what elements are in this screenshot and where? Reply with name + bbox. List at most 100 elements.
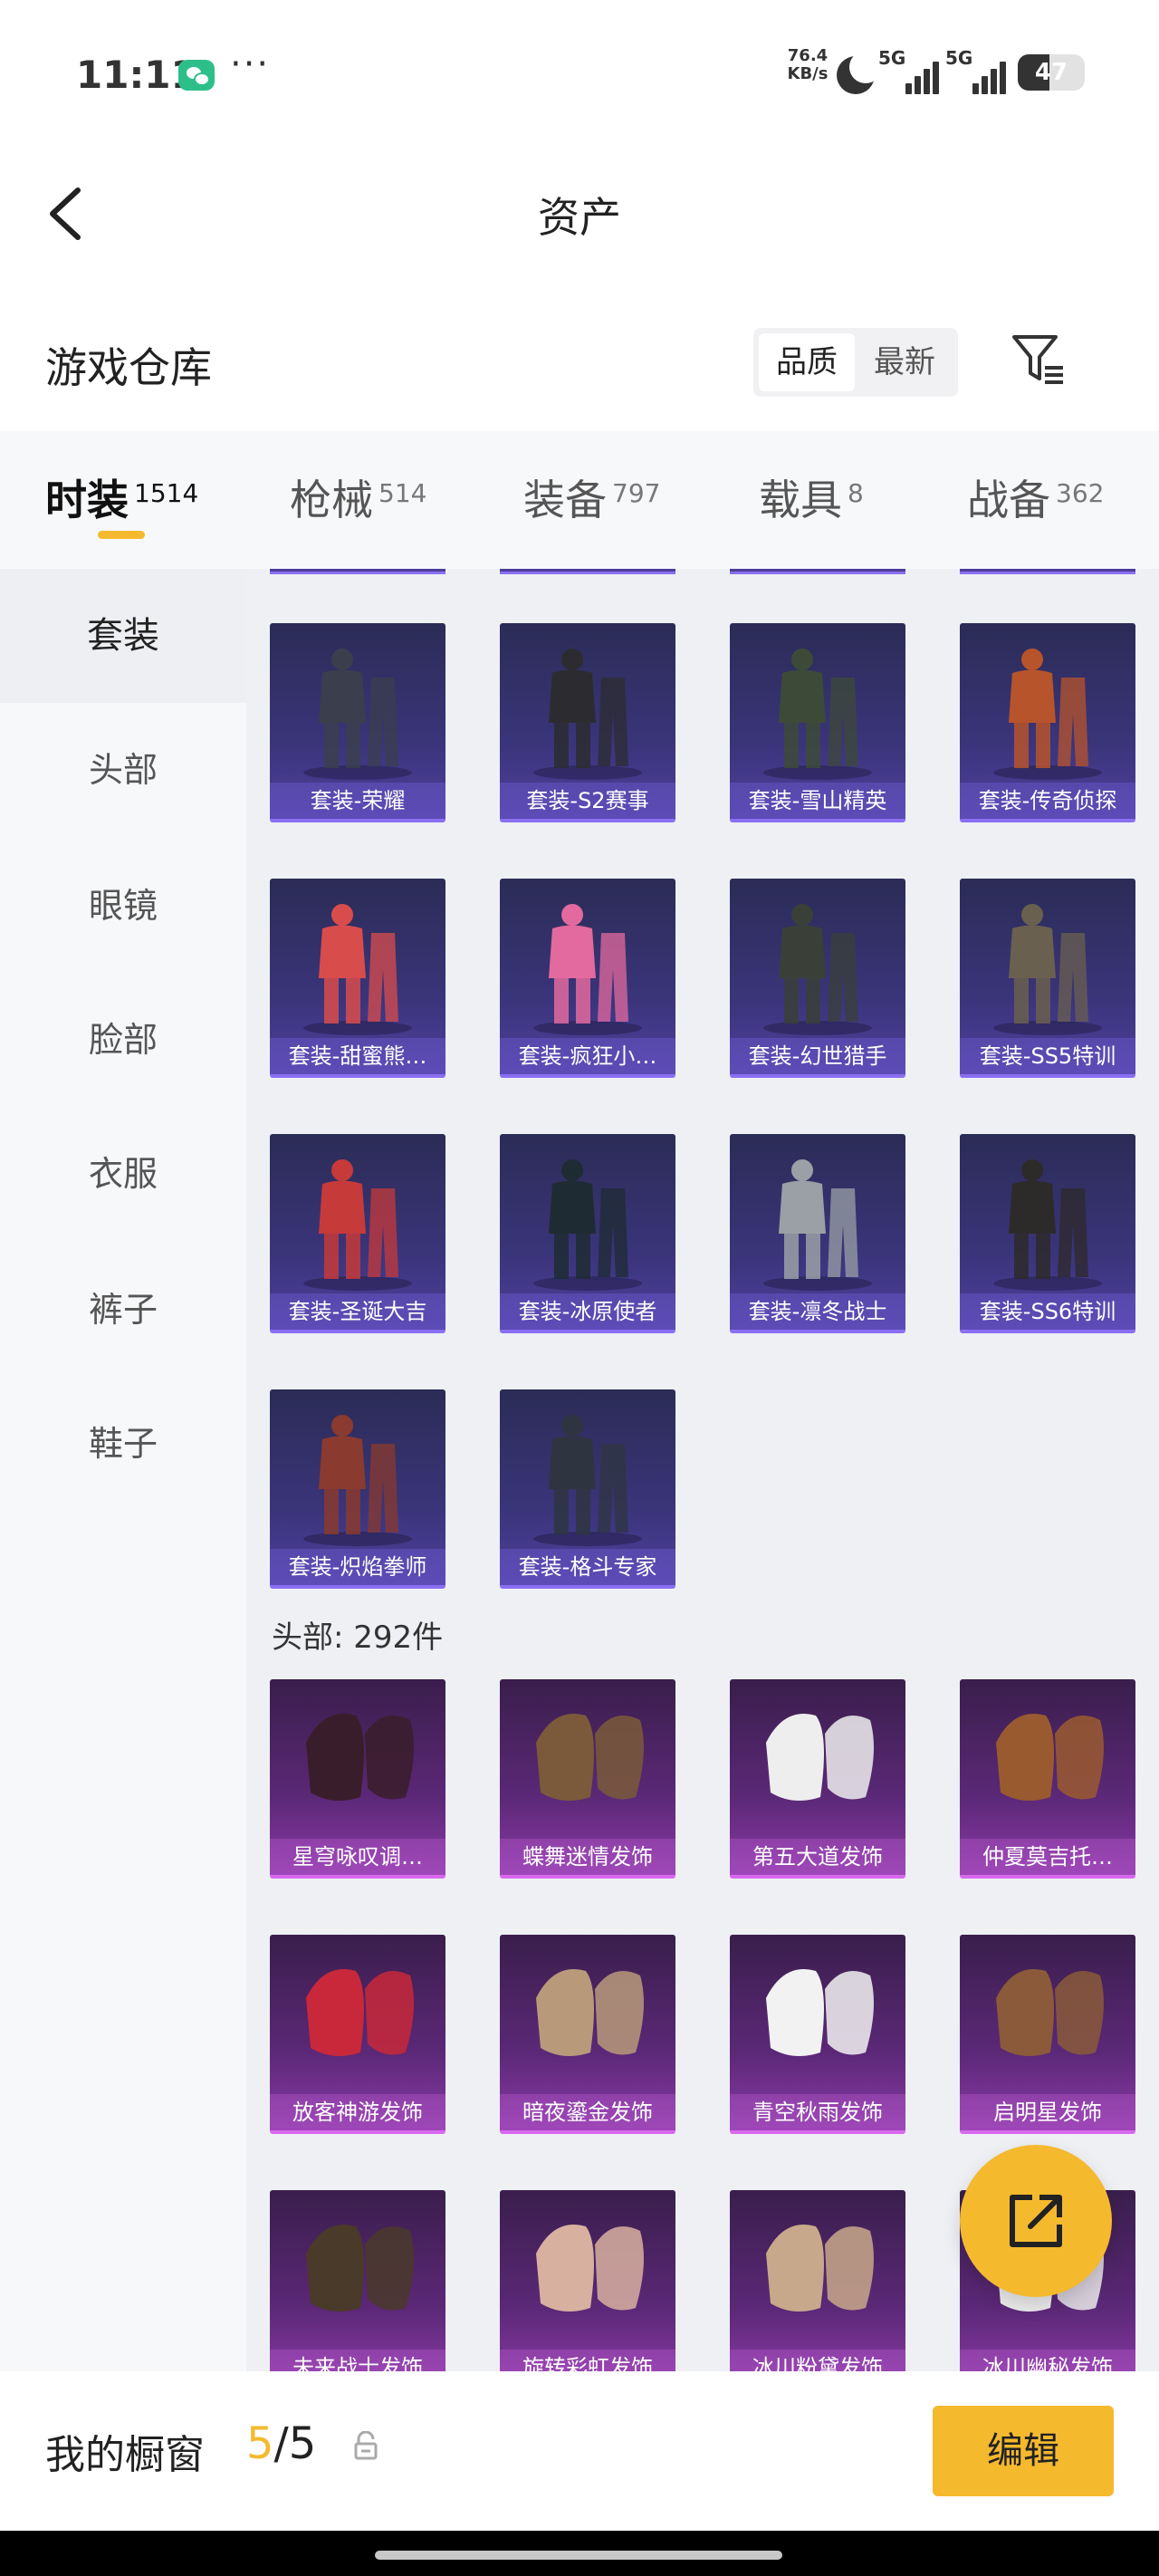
partially-scrolled-card <box>960 569 1135 574</box>
item-label: 套装-SS5特训 <box>960 1038 1135 1074</box>
showcase-label: 我的橱窗 <box>45 2432 205 2478</box>
suit-item-card[interactable]: 套装-S2赛事 <box>500 623 675 822</box>
suit-item-card[interactable]: 套装-SS6特训 <box>960 1134 1135 1333</box>
sidebar-item-shoes[interactable]: 鞋子 <box>0 1377 246 1511</box>
tab-fashion[interactable]: 时装 1514 <box>45 467 198 540</box>
outfit-thumbnail <box>993 1159 1102 1291</box>
outfit-thumbnail <box>533 1159 642 1291</box>
item-label: 冰川粉黛发饰 <box>730 2350 905 2371</box>
tab-count: 514 <box>378 478 427 508</box>
outfit-thumbnail <box>303 649 412 780</box>
share-icon <box>1010 2195 1062 2247</box>
lock-icon <box>354 2431 378 2460</box>
sort-quality-button[interactable]: 品质 <box>759 333 855 391</box>
hair-thumbnail <box>766 1969 874 2056</box>
item-label: 仲夏莫吉托… <box>960 1839 1135 1875</box>
share-button[interactable] <box>960 2145 1112 2297</box>
hair-thumbnail <box>306 1969 414 2056</box>
sidebar-item-glasses[interactable]: 眼镜 <box>0 839 246 973</box>
hair-thumbnail <box>536 2225 644 2312</box>
suit-item-card[interactable]: 套装-幻世猎手 <box>730 879 905 1078</box>
tab-equipment[interactable]: 装备 797 <box>523 467 660 540</box>
outfit-thumbnail <box>763 649 872 780</box>
tab-guns[interactable]: 枪械 514 <box>290 467 426 540</box>
head-item-card[interactable]: 星穹咏叹调… <box>270 1679 445 1879</box>
partially-scrolled-card <box>730 569 905 574</box>
suit-item-card[interactable]: 套装-疯狂小… <box>500 879 675 1078</box>
head-item-card[interactable]: 第五大道发饰 <box>730 1679 905 1879</box>
head-item-card[interactable]: 放客神游发饰 <box>270 1935 445 2134</box>
item-label: 套装-疯狂小… <box>500 1038 675 1074</box>
outfit-thumbnail <box>993 904 1102 1035</box>
wechat-icon <box>178 60 215 91</box>
item-label: 冰川幽秘发饰 <box>960 2350 1135 2371</box>
suit-item-card[interactable]: 套装-荣耀 <box>270 623 445 822</box>
sort-newest-button[interactable]: 最新 <box>857 333 953 391</box>
head-item-card[interactable]: 未来战士发饰 <box>270 2190 445 2371</box>
suit-item-card[interactable]: 套装-传奇侦探 <box>960 623 1135 822</box>
head-item-card[interactable]: 蝶舞迷情发饰 <box>500 1679 675 1879</box>
outfit-thumbnail <box>303 1159 412 1291</box>
suit-item-card[interactable]: 套装-SS5特训 <box>960 879 1135 1078</box>
item-label: 旋转彩虹发饰 <box>500 2350 675 2371</box>
item-label: 蝶舞迷情发饰 <box>500 1839 675 1875</box>
signal-icon: 5G <box>878 47 942 94</box>
sidebar-item-head[interactable]: 头部 <box>0 703 246 837</box>
head-item-card[interactable]: 仲夏莫吉托… <box>960 1679 1135 1879</box>
head-item-card[interactable]: 启明星发饰 <box>960 1935 1135 2134</box>
item-label: 暗夜鎏金发饰 <box>500 2094 675 2130</box>
sidebar-item-suit[interactable]: 套装 <box>0 569 246 703</box>
head-item-card[interactable]: 冰川粉黛发饰 <box>730 2190 905 2371</box>
sidebar-item-clothes[interactable]: 衣服 <box>0 1107 246 1241</box>
tab-count: 1514 <box>134 478 199 508</box>
status-bar: 11:11 ··· 76.4 KB/s 5G 5G 47 <box>0 0 1159 145</box>
edit-button[interactable]: 编辑 <box>933 2406 1114 2496</box>
category-tabs: 时装 1514 枪械 514 装备 797 载具 8 战备 362 <box>0 431 1159 569</box>
suit-item-card[interactable]: 套装-雪山精英 <box>730 623 905 822</box>
warehouse-title: 游戏仓库 <box>45 343 212 392</box>
sidebar-item-face[interactable]: 脸部 <box>0 973 246 1107</box>
home-indicator[interactable] <box>375 2551 782 2560</box>
item-label: 套装-SS6特训 <box>960 1293 1135 1330</box>
hair-thumbnail <box>536 1969 644 2056</box>
suit-item-card[interactable]: 套装-炽焰拳师 <box>270 1389 445 1589</box>
tab-supplies[interactable]: 战备 362 <box>967 467 1104 540</box>
suit-item-card[interactable]: 套装-凛冬战士 <box>730 1134 905 1333</box>
item-label: 套装-S2赛事 <box>500 783 675 819</box>
filter-icon[interactable] <box>1011 332 1067 388</box>
outfit-thumbnail <box>533 904 642 1035</box>
suit-item-card[interactable]: 套装-甜蜜熊… <box>270 879 445 1078</box>
suit-item-card[interactable]: 套装-格斗专家 <box>500 1389 675 1589</box>
item-label: 套装-炽焰拳师 <box>270 1549 445 1585</box>
battery-icon: 47 <box>1018 54 1085 91</box>
head-item-card[interactable]: 暗夜鎏金发饰 <box>500 1935 675 2134</box>
tab-count: 8 <box>848 478 864 508</box>
showcase-separator: / <box>273 2418 289 2469</box>
item-label: 套装-雪山精英 <box>730 783 905 819</box>
item-label: 青空秋雨发饰 <box>730 2094 905 2130</box>
net-speed-unit: KB/s <box>787 64 829 83</box>
sidebar: 套装 头部 眼镜 脸部 衣服 裤子 鞋子 <box>0 569 246 2371</box>
head-item-card[interactable]: 青空秋雨发饰 <box>730 1935 905 2134</box>
sort-toggle: 品质 最新 <box>753 328 958 397</box>
tab-label: 时装 <box>45 476 129 524</box>
suit-item-card[interactable]: 套装-圣诞大吉 <box>270 1134 445 1333</box>
tab-label: 载具 <box>759 476 842 524</box>
outfit-thumbnail <box>303 1415 412 1546</box>
outfit-thumbnail <box>763 1159 872 1291</box>
showcase-total: 5 <box>288 2418 317 2469</box>
showcase-count: 5/5 <box>246 2418 316 2469</box>
head-item-card[interactable]: 旋转彩虹发饰 <box>500 2190 675 2371</box>
sidebar-item-pants[interactable]: 裤子 <box>0 1243 246 1377</box>
page-title: 资产 <box>538 193 621 242</box>
tab-count: 362 <box>1056 478 1105 508</box>
item-label: 星穹咏叹调… <box>270 1839 445 1875</box>
tab-label: 装备 <box>523 476 607 524</box>
item-label: 启明星发饰 <box>960 2094 1135 2130</box>
hair-thumbnail <box>766 2225 874 2312</box>
item-label: 套装-传奇侦探 <box>960 783 1135 819</box>
item-label: 套装-圣诞大吉 <box>270 1293 445 1330</box>
signal-label: 5G <box>945 47 973 69</box>
suit-item-card[interactable]: 套装-冰原使者 <box>500 1134 675 1333</box>
tab-vehicles[interactable]: 载具 8 <box>759 467 864 540</box>
